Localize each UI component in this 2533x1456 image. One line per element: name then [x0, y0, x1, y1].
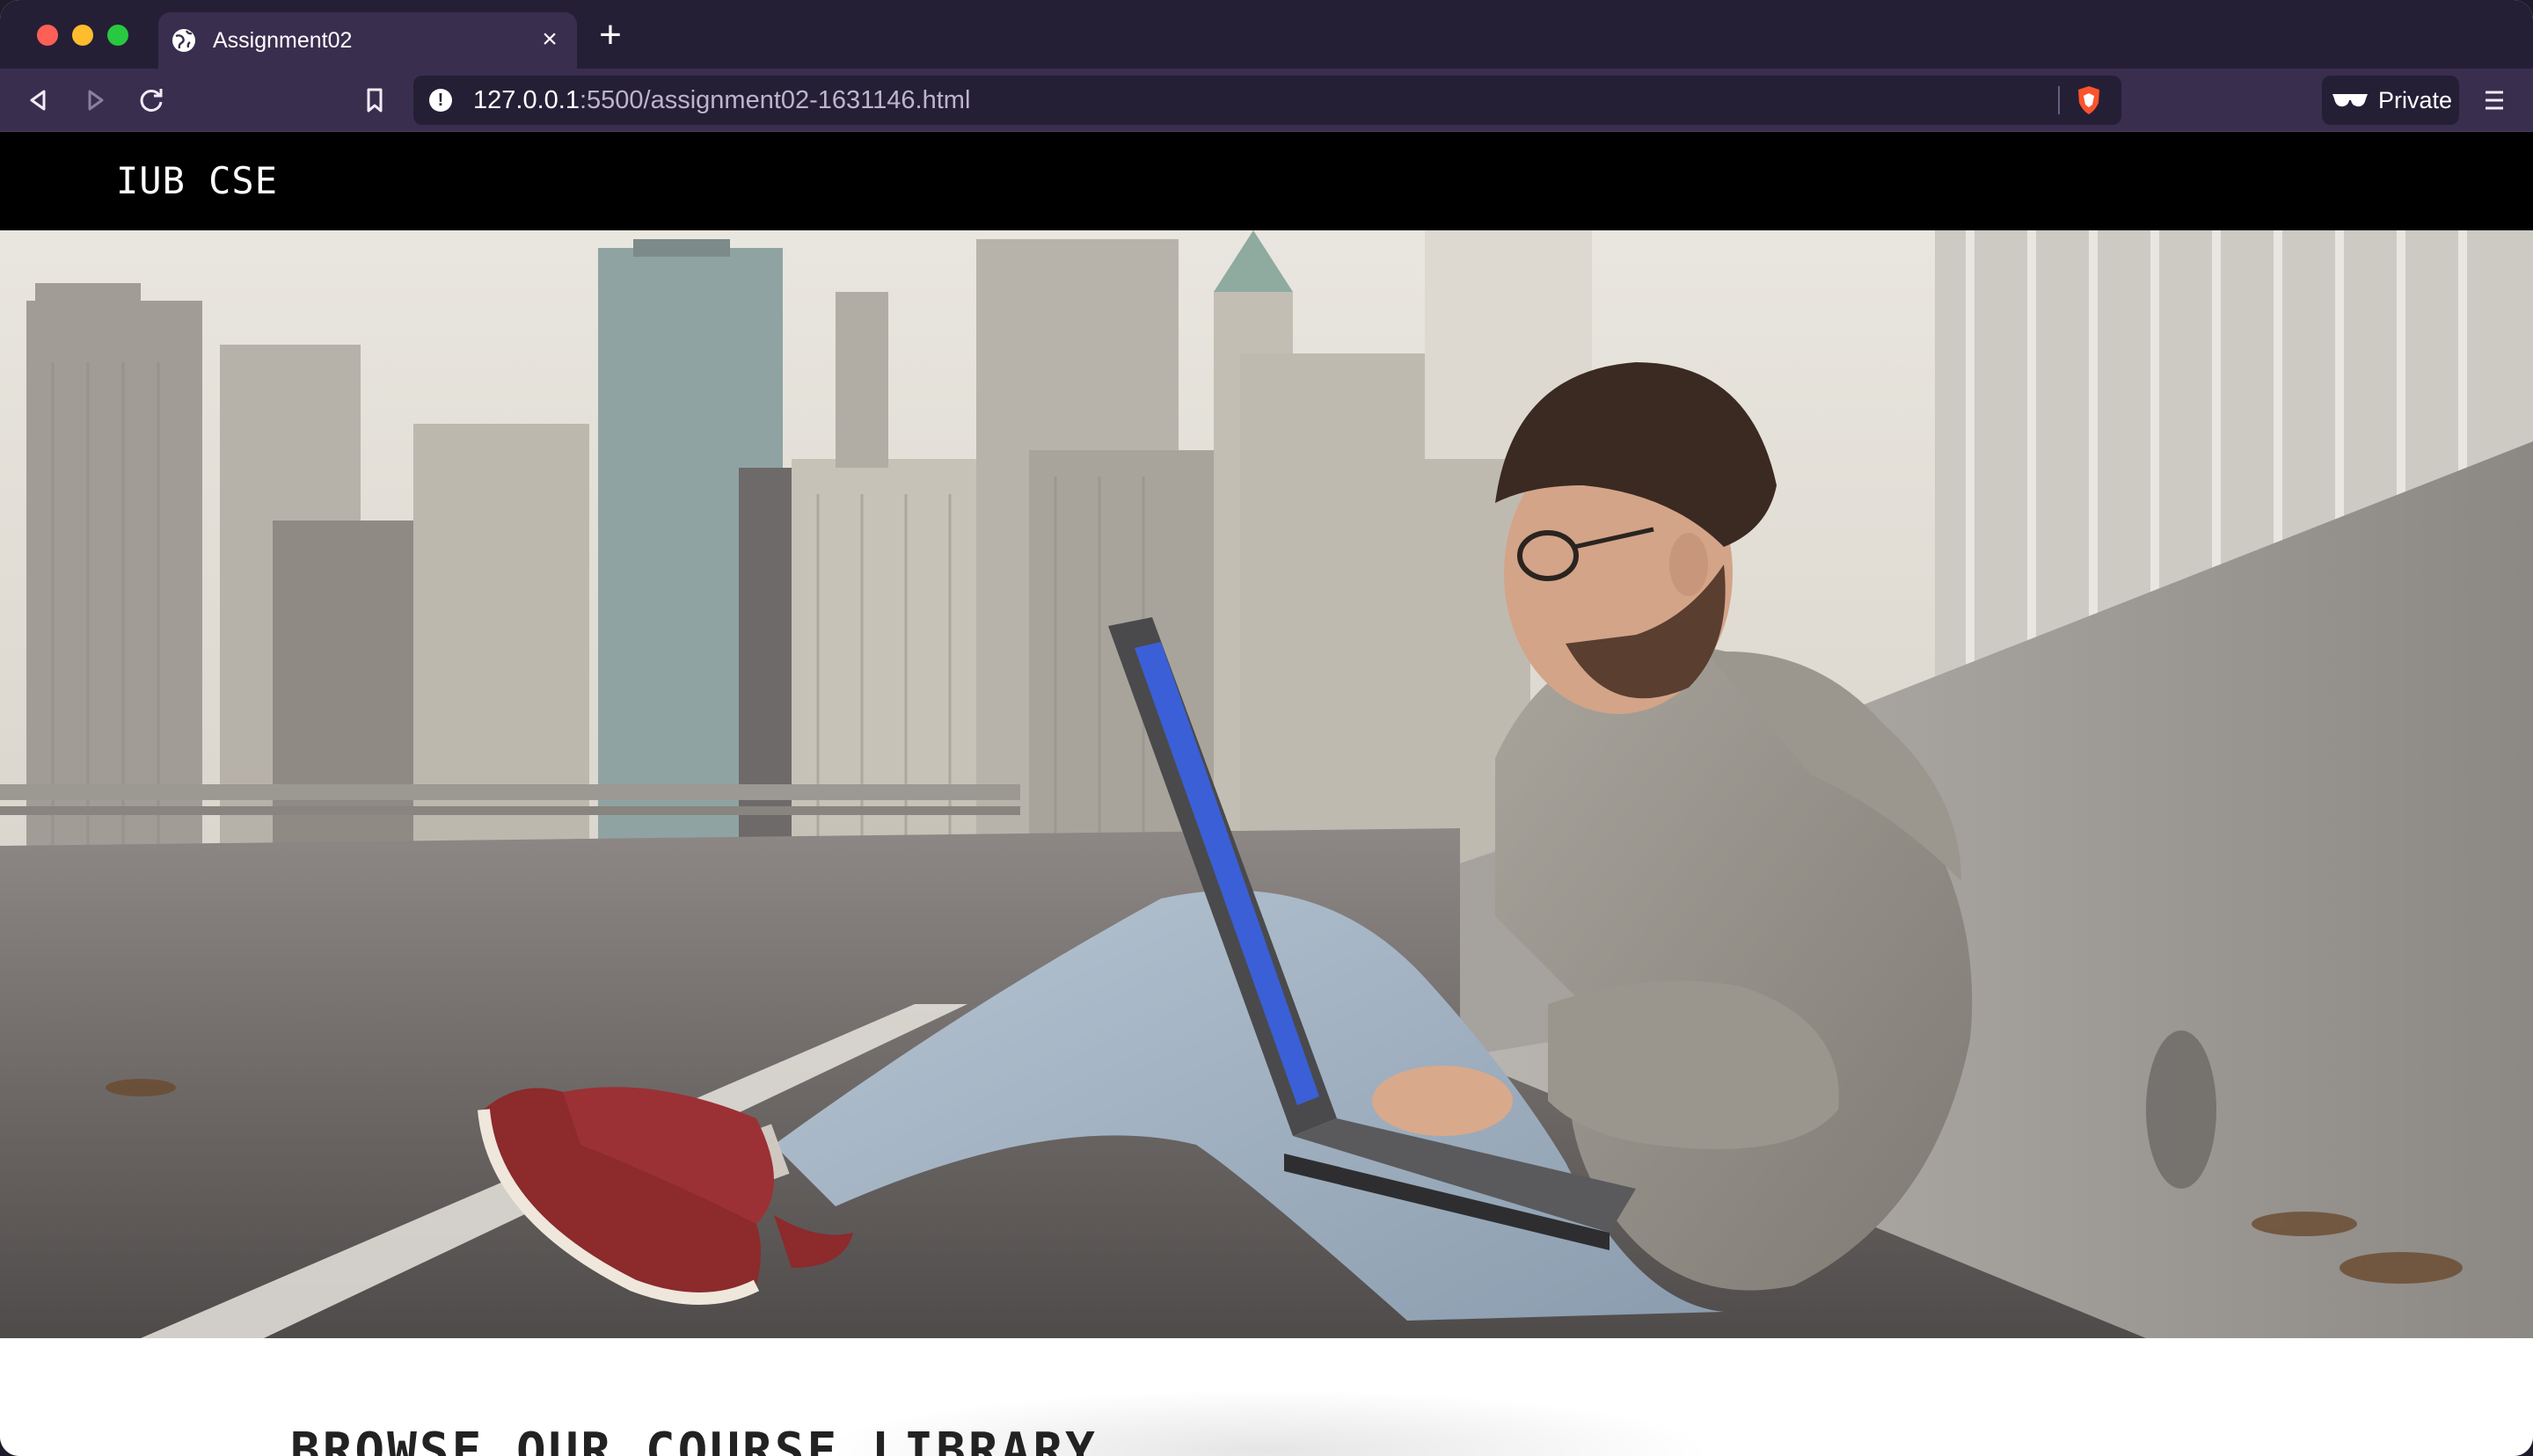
- url-host: 127.0.0.1: [473, 86, 580, 114]
- hero-image: [0, 230, 2533, 1338]
- browser-window: Assignment02 × + ! 127.0.0.1:5500/assign…: [0, 0, 2533, 1456]
- tab-strip: Assignment02 × +: [0, 0, 2533, 69]
- reload-icon[interactable]: [132, 81, 171, 120]
- web-page: IUB CSE BROWSE OUR COURSE LIBRARY: [0, 132, 2533, 1456]
- forward-icon[interactable]: [76, 81, 114, 120]
- private-label: Private: [2378, 87, 2453, 113]
- globe-icon: [172, 29, 195, 52]
- close-window-button[interactable]: [37, 25, 58, 46]
- site-info-icon[interactable]: !: [429, 89, 452, 112]
- address-bar-divider: [2058, 86, 2060, 114]
- url-text[interactable]: 127.0.0.1:5500/assignment02-1631146.html: [473, 86, 970, 114]
- plus-icon[interactable]: +: [595, 16, 626, 55]
- hamburger-icon[interactable]: [2475, 81, 2514, 120]
- address-bar[interactable]: ! 127.0.0.1:5500/assignment02-1631146.ht…: [413, 76, 2121, 125]
- url-path: :5500/assignment02-1631146.html: [579, 86, 971, 114]
- maximize-window-button[interactable]: [107, 25, 128, 46]
- minimize-window-button[interactable]: [72, 25, 93, 46]
- bookmark-icon[interactable]: [355, 81, 394, 120]
- section-title: BROWSE OUR COURSE LIBRARY: [290, 1423, 1098, 1456]
- close-icon[interactable]: ×: [535, 25, 565, 55]
- tab-assignment02[interactable]: Assignment02 ×: [158, 12, 577, 69]
- private-glasses-icon: [2332, 94, 2368, 107]
- person-with-laptop-city-image: [0, 230, 2533, 1338]
- tab-title: Assignment02: [213, 28, 353, 53]
- private-window-indicator[interactable]: Private: [2322, 76, 2459, 125]
- site-brand[interactable]: IUB CSE: [116, 157, 278, 206]
- brave-shields-icon[interactable]: [2076, 85, 2102, 115]
- browser-toolbar: ! 127.0.0.1:5500/assignment02-1631146.ht…: [0, 69, 2533, 132]
- site-header: IUB CSE: [0, 132, 2533, 230]
- back-icon[interactable]: [19, 81, 58, 120]
